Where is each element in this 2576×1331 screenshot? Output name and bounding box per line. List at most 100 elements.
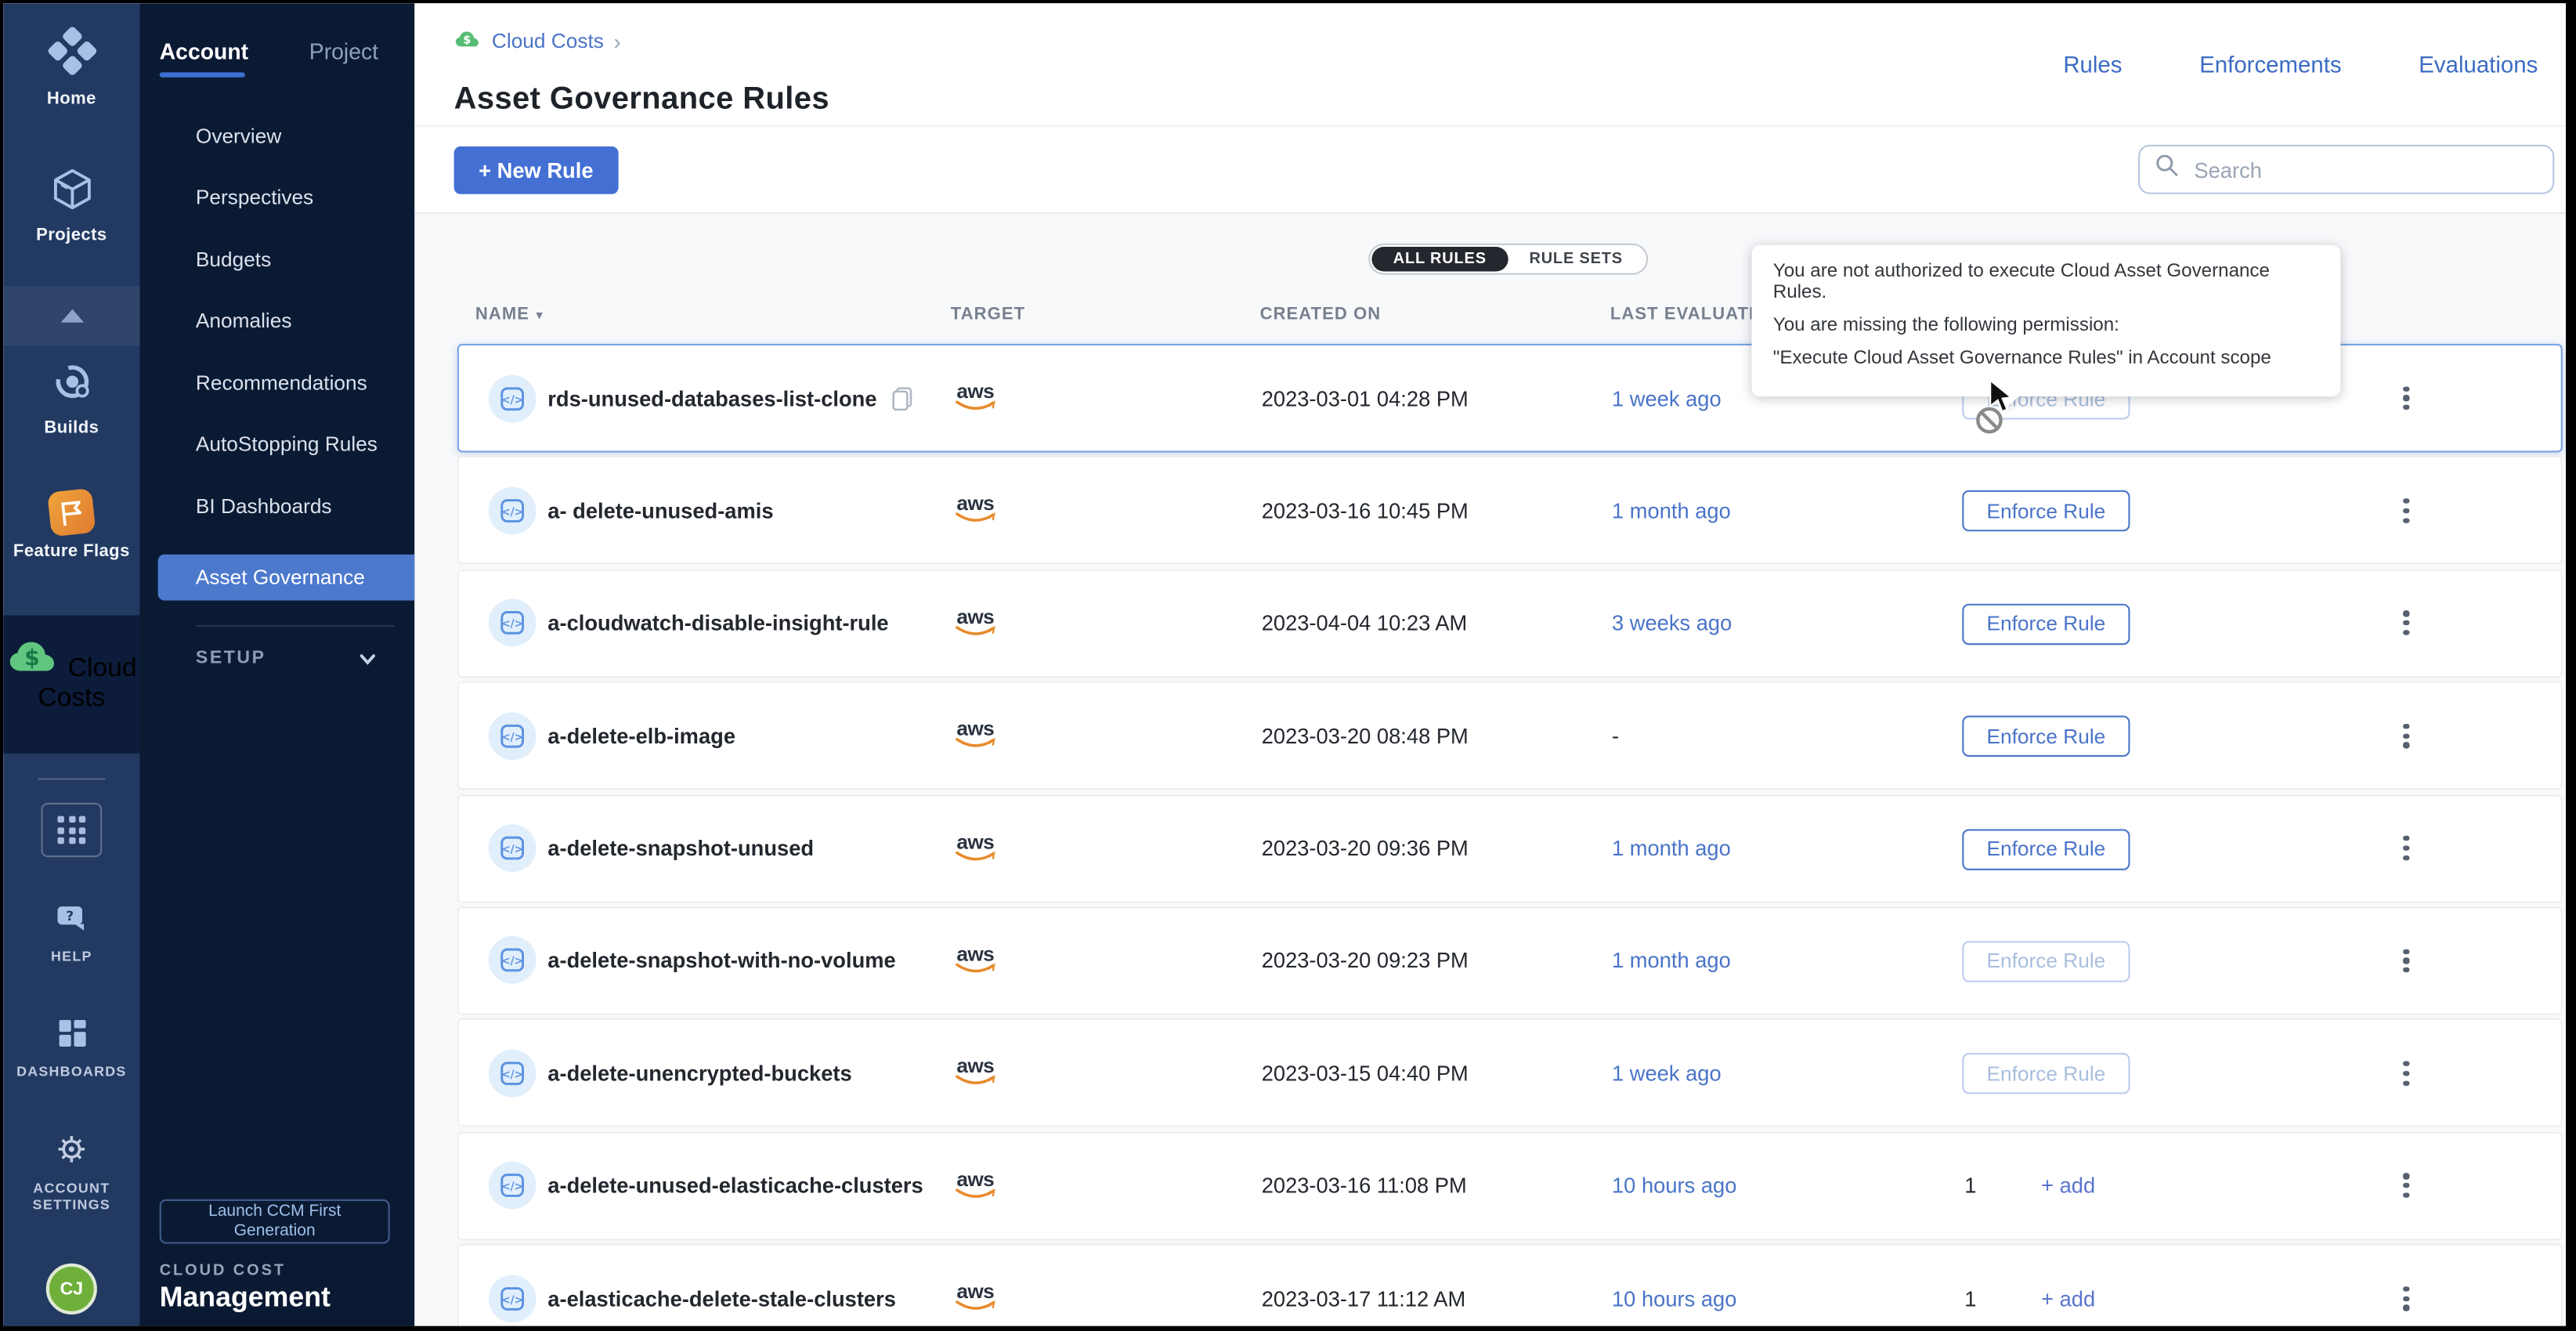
row-menu-button[interactable] [2388, 345, 2424, 450]
nav-item-autostopping-rules[interactable]: AutoStopping Rules [196, 432, 378, 455]
enforce-rule-button[interactable]: Enforce Rule [1962, 491, 2130, 533]
row-menu-button[interactable] [2388, 683, 2424, 788]
nav-item-budgets[interactable]: Budgets [196, 248, 271, 271]
row-menu-button[interactable] [2388, 570, 2424, 675]
scroll-up-icon [60, 309, 83, 323]
sidebar-scroll-up[interactable] [3, 286, 139, 345]
active-tab-underline [160, 72, 245, 77]
table-row[interactable]: </>a-delete-snapshot-with-no-volumeaws20… [457, 906, 2563, 1015]
header-tabs: Rules Enforcements Evaluations [2063, 51, 2538, 78]
sidebar-item-account-settings[interactable]: ACCOUNT SETTINGS [3, 1132, 139, 1213]
rule-name[interactable]: a-delete-unused-elasticache-clusters [547, 1174, 923, 1199]
last-evaluation-link[interactable]: 1 week ago [1612, 1021, 1722, 1126]
product-eyebrow: CLOUD COST [160, 1262, 286, 1280]
nav-item-bi-dashboards[interactable]: BI Dashboards [196, 495, 332, 518]
rule-name[interactable]: rds-unused-databases-list-clone [547, 385, 876, 410]
sidebar-item-feature-flags[interactable]: Feature Flags [3, 490, 139, 561]
aws-wordmark: aws [956, 1058, 994, 1075]
rule-name[interactable]: a-delete-elb-image [547, 723, 735, 748]
search-icon [2155, 153, 2180, 186]
enforce-rule-button[interactable]: Enforce Rule [1962, 828, 2130, 870]
chevron-down-icon[interactable] [357, 646, 378, 676]
created-on-value: 2023-04-04 10:23 AM [1262, 570, 1468, 675]
row-menu-button[interactable] [2388, 1021, 2424, 1126]
column-header-name[interactable]: NAME▾ [475, 304, 544, 324]
dashboards-icon [55, 1028, 88, 1056]
last-evaluation-link[interactable]: 1 month ago [1612, 908, 1731, 1013]
rule-name[interactable]: a-delete-unencrypted-buckets [547, 1061, 851, 1086]
toggle-all-rules[interactable]: ALL RULES [1371, 247, 1508, 271]
tab-evaluations[interactable]: Evaluations [2419, 51, 2538, 78]
setup-section-toggle[interactable]: SETUP [196, 648, 266, 667]
row-menu-button[interactable] [2388, 458, 2424, 563]
rule-icon: </> [489, 1246, 537, 1326]
launch-ccm-first-gen-button[interactable]: Launch CCM First Generation [160, 1199, 390, 1244]
harness-app-window: Home Projects Builds Feature Flags $ Clo… [3, 3, 2566, 1326]
enforce-rule-button[interactable]: Enforce Rule [1962, 716, 2130, 758]
toggle-rule-sets[interactable]: RULE SETS [1508, 247, 1644, 271]
gear-icon [54, 1145, 89, 1174]
rule-name[interactable]: a-elasticache-delete-stale-clusters [547, 1286, 896, 1311]
add-enforcement-link[interactable]: + add [2041, 1133, 2095, 1238]
nav-item-perspectives[interactable]: Perspectives [196, 186, 313, 208]
enforce-rule-button: Enforce Rule [1962, 1054, 2130, 1095]
tab-enforcements[interactable]: Enforcements [2199, 51, 2341, 78]
module-selector-button[interactable] [41, 803, 102, 857]
sidebar-label-home: Home [3, 89, 139, 108]
table-row[interactable]: </>a-elasticache-delete-stale-clustersaw… [457, 1244, 2563, 1326]
nav-item-overview[interactable]: Overview [196, 125, 281, 148]
rules-view-toggle: ALL RULES RULE SETS [1368, 244, 1647, 275]
sidebar-item-dashboards[interactable]: DASHBOARDS [3, 1017, 139, 1080]
table-row[interactable]: </>a-delete-unused-elasticache-clustersa… [457, 1131, 2563, 1240]
new-rule-button[interactable]: + New Rule [454, 146, 618, 194]
last-evaluation-link[interactable]: 3 weeks ago [1612, 570, 1732, 675]
user-avatar[interactable]: CJ [46, 1264, 97, 1315]
last-evaluation-link[interactable]: 10 hours ago [1612, 1133, 1736, 1238]
last-evaluation-link[interactable]: 1 month ago [1612, 795, 1731, 900]
enforce-rule-button[interactable]: Enforce Rule [1962, 603, 2130, 645]
sidebar-item-cloud-costs[interactable]: $ Cloud Costs [3, 615, 139, 753]
main-content: $ Cloud Costs › Asset Governance Rules R… [414, 3, 2566, 1326]
builds-icon [49, 383, 95, 411]
table-row[interactable]: </>a-delete-elb-imageaws2023-03-20 08:48… [457, 682, 2563, 790]
search-input[interactable] [2191, 155, 2538, 183]
last-evaluation-link[interactable]: 1 month ago [1612, 458, 1731, 563]
nav-item-asset-governance[interactable]: Asset Governance [158, 555, 415, 601]
created-on-value: 2023-03-20 08:48 PM [1262, 683, 1469, 788]
tab-rules[interactable]: Rules [2063, 51, 2122, 78]
nav-item-recommendations[interactable]: Recommendations [196, 372, 367, 395]
rule-icon: </> [489, 795, 537, 900]
row-menu-button[interactable] [2388, 908, 2424, 1013]
sidebar-item-builds[interactable]: Builds [3, 359, 139, 438]
row-menu-button[interactable] [2388, 1246, 2424, 1326]
sidebar-item-home[interactable]: Home [3, 27, 139, 109]
aws-wordmark: aws [956, 834, 994, 850]
search-box[interactable] [2138, 145, 2554, 194]
copy-icon[interactable] [891, 385, 912, 410]
sidebar-item-help[interactable]: ? HELP [3, 905, 139, 964]
table-row[interactable]: </>a-delete-snapshot-unusedaws2023-03-20… [457, 794, 2563, 902]
svg-text:</>: </> [501, 731, 523, 743]
row-menu-button[interactable] [2388, 795, 2424, 900]
tab-account[interactable]: Account [160, 39, 248, 63]
rule-name[interactable]: a-delete-snapshot-with-no-volume [547, 949, 895, 974]
nav-item-anomalies[interactable]: Anomalies [196, 309, 292, 332]
last-evaluation-link[interactable]: 10 hours ago [1612, 1246, 1736, 1326]
add-enforcement-link[interactable]: + add [2041, 1246, 2095, 1326]
table-row[interactable]: </>a-cloudwatch-disable-insight-ruleaws2… [457, 569, 2563, 678]
tab-project[interactable]: Project [309, 39, 378, 63]
created-on-value: 2023-03-16 11:08 PM [1262, 1133, 1467, 1238]
table-row[interactable]: </>a- delete-unused-amisaws2023-03-16 10… [457, 457, 2563, 566]
row-menu-button[interactable] [2388, 1133, 2424, 1238]
breadcrumb-cloud-costs-link[interactable]: Cloud Costs [492, 30, 604, 52]
last-evaluation-link[interactable]: 1 week ago [1612, 345, 1722, 450]
rule-name[interactable]: a-delete-snapshot-unused [547, 836, 814, 861]
sidebar-item-projects[interactable]: Projects [3, 166, 139, 245]
aws-wordmark: aws [956, 609, 994, 625]
aws-wordmark: aws [956, 1171, 994, 1188]
page-title: Asset Governance Rules [454, 81, 829, 118]
table-row[interactable]: </>a-delete-unencrypted-bucketsaws2023-0… [457, 1019, 2563, 1128]
column-header-created-on: CREATED ON [1260, 304, 1382, 324]
rule-name[interactable]: a-cloudwatch-disable-insight-rule [547, 611, 888, 636]
rule-name[interactable]: a- delete-unused-amis [547, 498, 773, 523]
